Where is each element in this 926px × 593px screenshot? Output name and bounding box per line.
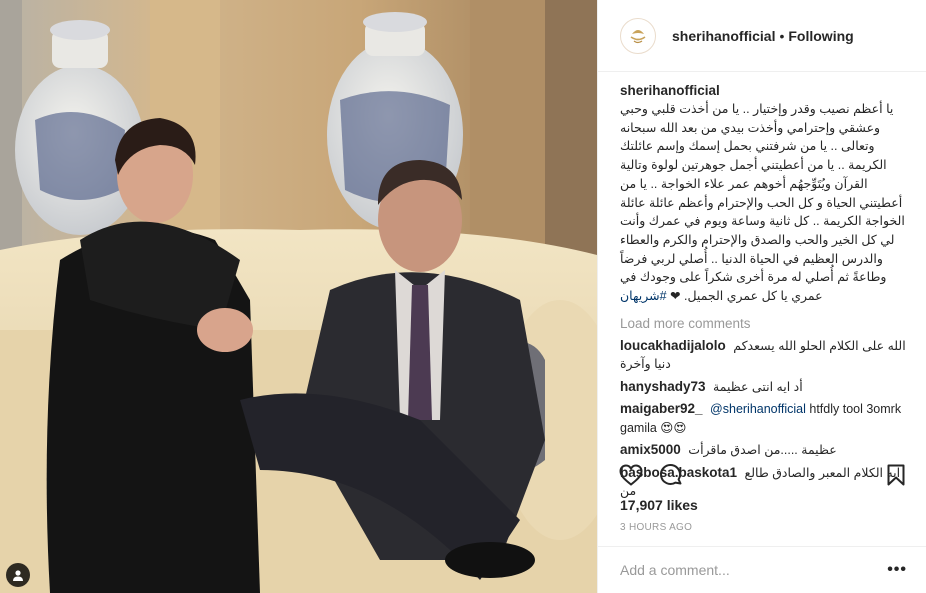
caption-text: يا أعظم نصيب وقدر وإختيار .. يا من أخذت … <box>620 102 905 304</box>
add-comment-input[interactable] <box>620 562 888 578</box>
following-button[interactable]: Following <box>788 28 853 44</box>
caption: sherihanofficial يا أعظم نصيب وقدر وإختي… <box>620 82 909 306</box>
caption-hashtag[interactable]: #شريهان <box>620 289 667 303</box>
comments-section: sherihanofficial يا أعظم نصيب وقدر وإختي… <box>598 82 926 501</box>
likes-count[interactable]: 17,907 likes <box>620 497 698 513</box>
post-author-username[interactable]: sherihanofficial <box>672 28 775 44</box>
speech-bubble-icon <box>659 463 682 485</box>
ellipsis-icon[interactable]: ••• <box>887 561 907 579</box>
heart-icon <box>619 464 643 486</box>
caption-text-block: يا أعظم نصيب وقدر وإختيار .. يا من أخذت … <box>620 100 909 306</box>
person-tag-icon <box>13 570 23 581</box>
comment-username[interactable]: loucakhadijalolo <box>620 338 726 353</box>
like-button[interactable] <box>618 462 644 488</box>
comment-button[interactable] <box>658 462 684 488</box>
sherihan-logo-icon <box>625 22 651 49</box>
comment-username[interactable]: maigaber92_ <box>620 401 703 416</box>
avatar[interactable] <box>620 17 656 54</box>
save-button[interactable] <box>883 462 909 488</box>
tag-people-button[interactable] <box>6 563 30 587</box>
bookmark-icon <box>887 464 905 486</box>
separator-dot: • <box>779 27 785 44</box>
add-comment-bar: ••• <box>598 546 926 593</box>
post-photo[interactable] <box>0 0 597 593</box>
comment-mention[interactable]: @sherihanofficial <box>710 402 806 416</box>
caption-username[interactable]: sherihanofficial <box>620 83 720 98</box>
comment-item: maigaber92_ @sherihanofficial htfdly too… <box>620 400 909 437</box>
comment-username[interactable]: hanyshady73 <box>620 379 706 394</box>
photo-illustration <box>0 0 597 593</box>
comment-item: loucakhadijalolo الله على الكلام الحلو ا… <box>620 337 909 374</box>
action-bar <box>598 454 926 494</box>
post-timestamp[interactable]: 3 HOURS AGO <box>620 522 692 533</box>
comment-text: أد ايه انتى عظيمة <box>713 379 803 394</box>
post-header: sherihanofficial • Following <box>598 0 926 72</box>
load-more-comments-button[interactable]: Load more comments <box>620 315 909 333</box>
post-side-panel: sherihanofficial • Following sherihanoff… <box>597 0 926 593</box>
comment-item: hanyshady73 أد ايه انتى عظيمة <box>620 378 909 397</box>
